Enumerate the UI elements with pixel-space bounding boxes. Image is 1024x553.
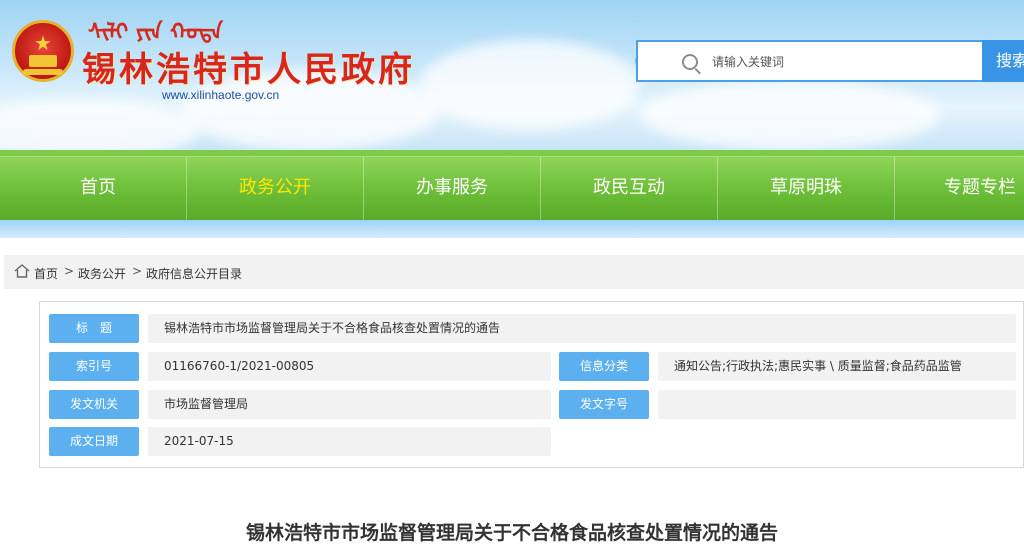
title-value: 锡林浩特市市场监督管理局关于不合格食品核查处置情况的通告 <box>148 314 1016 343</box>
nav-item-topics[interactable]: 专题专栏 <box>895 157 1024 221</box>
docno-label: 发文字号 <box>559 390 649 419</box>
search-button[interactable]: 搜索 <box>982 40 1024 82</box>
index-label: 索引号 <box>49 352 139 381</box>
nav-item-home[interactable]: 首页 <box>10 157 187 221</box>
nav-item-interaction[interactable]: 政民互动 <box>541 157 718 221</box>
search-box <box>636 40 982 82</box>
document-info-panel: 标 题 锡林浩特市市场监督管理局关于不合格食品核查处置情况的通告 索引号 011… <box>39 301 1024 468</box>
breadcrumb-home[interactable]: 首页 <box>34 265 58 282</box>
issuer-label: 发文机关 <box>49 390 139 419</box>
index-value: 01166760-1/2021-00805 <box>148 352 551 381</box>
nav-item-grassland-pearl[interactable]: 草原明珠 <box>718 157 895 221</box>
header-banner: ★ ᠰᠢᠯᠢ ᠶᠢᠨ ᠬᠣᠲᠠ 锡林浩特市人民政府 www.xilinhaote… <box>0 0 1024 152</box>
breadcrumb-separator: > <box>132 264 143 278</box>
nav-item-government-affairs[interactable]: 政务公开 <box>187 157 364 221</box>
search-icon <box>682 54 698 70</box>
main-nav: 首页 政务公开 办事服务 政民互动 草原明珠 专题专栏 <box>0 156 1024 221</box>
cloud-decoration <box>0 100 200 152</box>
docno-value <box>658 390 1016 419</box>
title-label: 标 题 <box>49 314 139 343</box>
breadcrumb: 首页 > 政务公开 > 政府信息公开目录 <box>4 255 1024 289</box>
home-icon[interactable] <box>14 263 30 279</box>
nav-bottom-strip <box>0 220 1024 238</box>
site-name[interactable]: 锡林浩特市人民政府 <box>82 42 415 91</box>
document-title: 锡林浩特市市场监督管理局关于不合格食品核查处置情况的通告 <box>245 522 778 544</box>
cloud-decoration <box>640 80 940 150</box>
nav-item-services[interactable]: 办事服务 <box>364 157 541 221</box>
cloud-decoration <box>420 40 640 130</box>
breadcrumb-separator: > <box>64 264 75 278</box>
category-value: 通知公告;行政执法;惠民实事 \ 质量监督;食品药品监管 <box>658 352 1016 381</box>
search-input[interactable] <box>712 44 972 80</box>
search-bar: 搜索 <box>618 40 1024 82</box>
mongolian-site-name: ᠰᠢᠯᠢ ᠶᠢᠨ ᠬᠣᠲᠠ <box>88 19 223 45</box>
category-label: 信息分类 <box>559 352 649 381</box>
national-emblem-icon[interactable]: ★ <box>12 20 74 82</box>
date-label: 成文日期 <box>49 427 139 456</box>
date-value: 2021-07-15 <box>148 427 551 456</box>
breadcrumb-government-affairs[interactable]: 政务公开 <box>78 265 126 282</box>
breadcrumb-info-catalog[interactable]: 政府信息公开目录 <box>146 265 242 282</box>
site-url: www.xilinhaote.gov.cn <box>162 88 280 102</box>
issuer-value: 市场监督管理局 <box>148 390 551 419</box>
